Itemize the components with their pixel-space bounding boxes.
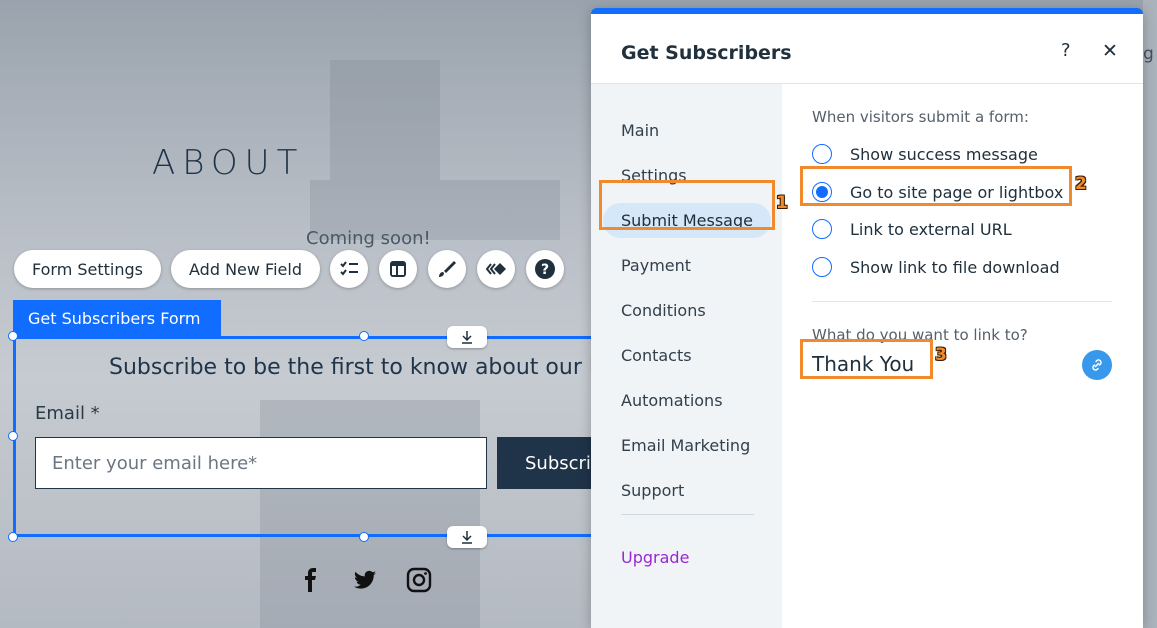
help-button[interactable]: ? [526,250,564,288]
animation-button[interactable] [477,250,515,288]
animation-icon [485,263,506,275]
get-subscribers-panel: Get Subscribers ? ✕ Main Settings Submit… [591,8,1143,628]
annotation-box-2 [800,166,1072,206]
radio-button[interactable] [812,257,832,277]
layout-button[interactable] [379,250,417,288]
resize-handle[interactable] [8,431,18,441]
panel-sidebar: Main Settings Submit Message Payment Con… [591,84,782,628]
brush-icon [439,261,456,277]
resize-handle[interactable] [8,532,18,542]
nav-upgrade[interactable]: Upgrade [621,548,689,567]
facebook-icon[interactable] [297,566,325,594]
annotation-box-3 [800,339,933,379]
nav-main[interactable]: Main [621,121,659,140]
option-link-external-url[interactable]: Link to external URL [812,219,1012,239]
annotation-number-3: 3 [935,345,947,365]
stretch-top-button[interactable] [447,326,487,348]
add-new-field-button[interactable]: Add New Field [171,250,320,288]
option-label: Show success message [850,144,1038,164]
option-label: Show link to file download [850,257,1060,277]
content-divider [812,301,1112,302]
design-button[interactable] [428,250,466,288]
background-building [330,60,440,180]
form-headline: Subscribe to be the first to know about … [109,355,637,380]
instagram-icon[interactable] [405,566,433,594]
option-file-download[interactable]: Show link to file download [812,257,1060,277]
radio-button[interactable] [812,144,832,164]
resize-handle[interactable] [8,331,18,341]
annotation-number-1: 1 [776,193,788,213]
form-name-tab[interactable]: Get Subscribers Form [13,300,221,336]
option-show-success-message[interactable]: Show success message [812,144,1038,164]
nav-support[interactable]: Support [621,481,684,500]
stretch-bottom-button[interactable] [447,526,487,548]
about-heading: ABOUT [152,143,305,183]
nav-email-marketing[interactable]: Email Marketing [621,436,750,455]
resize-handle[interactable] [359,532,369,542]
panel-help-button[interactable]: ? [1061,40,1071,61]
checklist-icon [340,261,358,276]
sidebar-divider [621,514,754,515]
link-icon [1092,359,1102,371]
nav-payment[interactable]: Payment [621,256,691,275]
nav-contacts[interactable]: Contacts [621,346,692,365]
svg-text:?: ? [541,262,549,278]
resize-handle[interactable] [359,331,369,341]
annotation-box-1 [599,180,775,230]
option-label: Link to external URL [850,219,1012,239]
annotation-number-2: 2 [1075,174,1087,194]
submit-question: When visitors submit a form: [812,108,1029,126]
canvas-edge [1143,0,1157,628]
email-input[interactable] [35,437,487,489]
help-circle-icon: ? [535,259,555,279]
download-icon [462,331,472,344]
link-button[interactable] [1082,350,1112,380]
panel-close-button[interactable]: ✕ [1102,40,1118,62]
nav-automations[interactable]: Automations [621,391,723,410]
form-settings-button[interactable]: Form Settings [14,250,161,288]
panel-header: Get Subscribers ? ✕ [591,14,1143,84]
fields-list-button[interactable] [330,250,368,288]
canvas-edge-text: g [1143,44,1154,64]
twitter-icon[interactable] [351,566,379,594]
radio-button[interactable] [812,219,832,239]
download-icon [462,531,472,544]
nav-conditions[interactable]: Conditions [621,301,706,320]
layout-icon [390,261,406,277]
email-label: Email * [35,403,100,424]
panel-title: Get Subscribers [621,42,792,64]
coming-soon-text: Coming soon! [306,228,431,249]
